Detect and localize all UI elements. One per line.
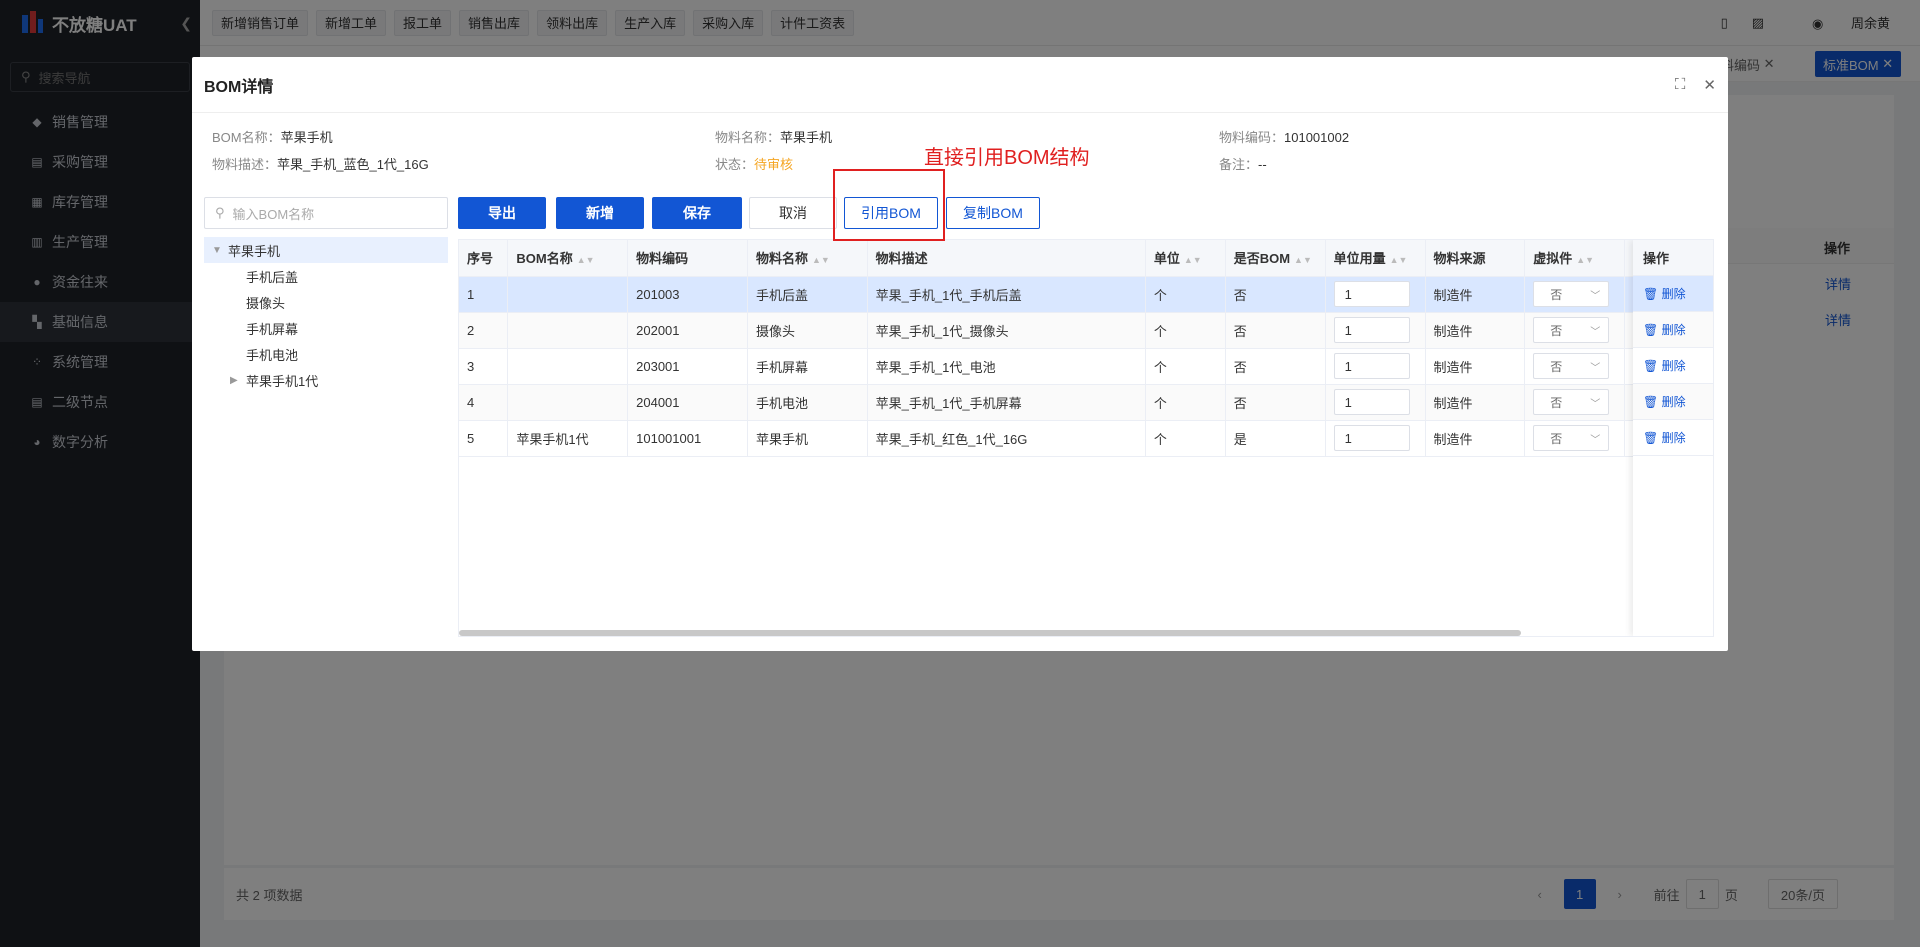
virtual-select[interactable]: 否 ﹀: [1533, 353, 1610, 379]
modal-title: BOM详情: [204, 78, 274, 96]
delete-link[interactable]: 🗑 删除: [1633, 348, 1713, 384]
bom-tree: ▼ 苹果手机 手机后盖 摄像头 手机屏幕 手机电池 ▶ 苹果手机1代: [204, 237, 448, 393]
virtual-select[interactable]: 否 ﹀: [1533, 389, 1610, 415]
tree-node[interactable]: 手机屏幕: [204, 315, 448, 341]
add-button[interactable]: 新增: [556, 197, 644, 229]
info-material-desc: 物料描述：苹果_手机_蓝色_1代_16G: [212, 157, 429, 172]
unit-qty-input[interactable]: 1: [1333, 317, 1410, 343]
tree-node[interactable]: 手机电池: [204, 341, 448, 367]
annotation-text: 直接引用BOM结构: [924, 147, 1090, 169]
close-icon[interactable]: ✕: [1703, 76, 1716, 94]
col-header: 物料来源: [1425, 240, 1526, 277]
trash-icon: 🗑: [1643, 430, 1662, 445]
col-header: 序号: [459, 240, 509, 277]
virtual-select[interactable]: 否 ﹀: [1533, 281, 1610, 307]
sort-icon[interactable]: ▲▼: [1576, 255, 1594, 265]
sort-icon[interactable]: ▲▼: [1390, 255, 1408, 265]
export-button[interactable]: 导出: [458, 197, 546, 229]
status-badge: 待审核: [754, 157, 794, 172]
delete-link[interactable]: 🗑 删除: [1633, 312, 1713, 348]
table-header-row: 序号 BOM名称 ▲▼ 物料编码 物料名称 ▲▼ 物料描述 单位 ▲▼ 是否BOM ▲▼…: [459, 240, 1713, 277]
cancel-button[interactable]: 取消: [749, 197, 837, 229]
col-header[interactable]: 是否BOM ▲▼: [1225, 240, 1326, 277]
col-header: 物料编码: [627, 240, 748, 277]
search-icon: ⚲: [215, 205, 225, 220]
delete-link[interactable]: 🗑 删除: [1633, 276, 1713, 312]
sort-icon[interactable]: ▲▼: [1184, 255, 1202, 265]
chevron-down-icon: ﹀: [1590, 326, 1601, 338]
chevron-down-icon: ﹀: [1590, 290, 1601, 302]
tree-node[interactable]: 手机后盖: [204, 263, 448, 289]
unit-qty-input[interactable]: 1: [1333, 281, 1410, 307]
trash-icon: 🗑: [1643, 394, 1662, 409]
unit-qty-input[interactable]: 1: [1333, 353, 1410, 379]
modal-header: BOM详情 ⛶ ✕: [192, 57, 1728, 113]
delete-link[interactable]: 🗑 删除: [1633, 420, 1713, 456]
tree-node-expandable[interactable]: ▶ 苹果手机1代: [204, 367, 448, 393]
tree-node-root[interactable]: ▼ 苹果手机: [204, 237, 448, 263]
info-material-code: 物料编码：101001002: [1219, 130, 1350, 145]
table-row[interactable]: 2 202001 摄像头 苹果_手机_1代_摄像头 个 否 1 制造件 否 ﹀: [459, 312, 1713, 349]
caret-down-icon[interactable]: ▼: [212, 245, 228, 256]
trash-icon: 🗑: [1643, 286, 1662, 301]
unit-qty-input[interactable]: 1: [1333, 389, 1410, 415]
bom-name-search-input[interactable]: ⚲ 输入BOM名称: [204, 197, 448, 229]
table-row[interactable]: 3 203001 手机屏幕 苹果_手机_1代_电池 个 否 1 制造件 否 ﹀: [459, 348, 1713, 385]
table-row[interactable]: 1 201003 手机后盖 苹果_手机_1代_手机后盖 个 否 1 制造件 否 ﹀: [459, 276, 1713, 313]
tree-node[interactable]: 摄像头: [204, 289, 448, 315]
fullscreen-icon[interactable]: ⛶: [1675, 76, 1686, 93]
col-header-operation: 操作: [1633, 240, 1713, 276]
bom-items-table: 序号 BOM名称 ▲▼ 物料编码 物料名称 ▲▼ 物料描述 单位 ▲▼ 是否BOM ▲▼…: [458, 239, 1714, 637]
chevron-down-icon: ﹀: [1590, 398, 1601, 410]
sort-icon[interactable]: ▲▼: [812, 255, 830, 265]
sort-icon[interactable]: ▲▼: [1294, 255, 1312, 265]
chevron-down-icon: ﹀: [1590, 434, 1601, 446]
virtual-select[interactable]: 否 ﹀: [1533, 425, 1610, 451]
delete-link[interactable]: 🗑 删除: [1633, 384, 1713, 420]
info-bom-name: BOM名称：苹果手机: [212, 130, 333, 145]
sort-icon[interactable]: ▲▼: [577, 255, 595, 265]
save-button[interactable]: 保存: [652, 197, 742, 229]
col-header[interactable]: 单位用量 ▲▼: [1325, 240, 1426, 277]
caret-right-icon[interactable]: ▶: [230, 375, 246, 386]
table-row[interactable]: 5 苹果手机1代 101001001 苹果手机 苹果_手机_红色_1代_16G …: [459, 420, 1713, 457]
unit-qty-input[interactable]: 1: [1333, 425, 1410, 451]
copy-bom-button[interactable]: 复制BOM: [946, 197, 1040, 229]
horizontal-scrollbar[interactable]: [459, 630, 1521, 636]
col-header[interactable]: 物料名称 ▲▼: [747, 240, 868, 277]
col-header[interactable]: 虚拟件 ▲▼: [1524, 240, 1626, 277]
col-header[interactable]: BOM名称 ▲▼: [507, 240, 629, 277]
trash-icon: 🗑: [1643, 322, 1662, 337]
col-header[interactable]: 单位 ▲▼: [1145, 240, 1226, 277]
chevron-down-icon: ﹀: [1590, 362, 1601, 374]
annotation-highlight-box: [833, 169, 945, 241]
operation-column: 操作 🗑 删除 🗑 删除 🗑 删除 🗑 删除 🗑 删除: [1633, 240, 1713, 636]
info-remark: 备注：--: [1219, 157, 1267, 172]
trash-icon: 🗑: [1643, 358, 1662, 373]
col-header: 物料描述: [867, 240, 1146, 277]
info-material-name: 物料名称：苹果手机: [715, 130, 833, 145]
virtual-select[interactable]: 否 ﹀: [1533, 317, 1610, 343]
table-row[interactable]: 4 204001 手机电池 苹果_手机_1代_手机屏幕 个 否 1 制造件 否 ﹀: [459, 384, 1713, 421]
info-status: 状态：待审核: [715, 157, 794, 172]
